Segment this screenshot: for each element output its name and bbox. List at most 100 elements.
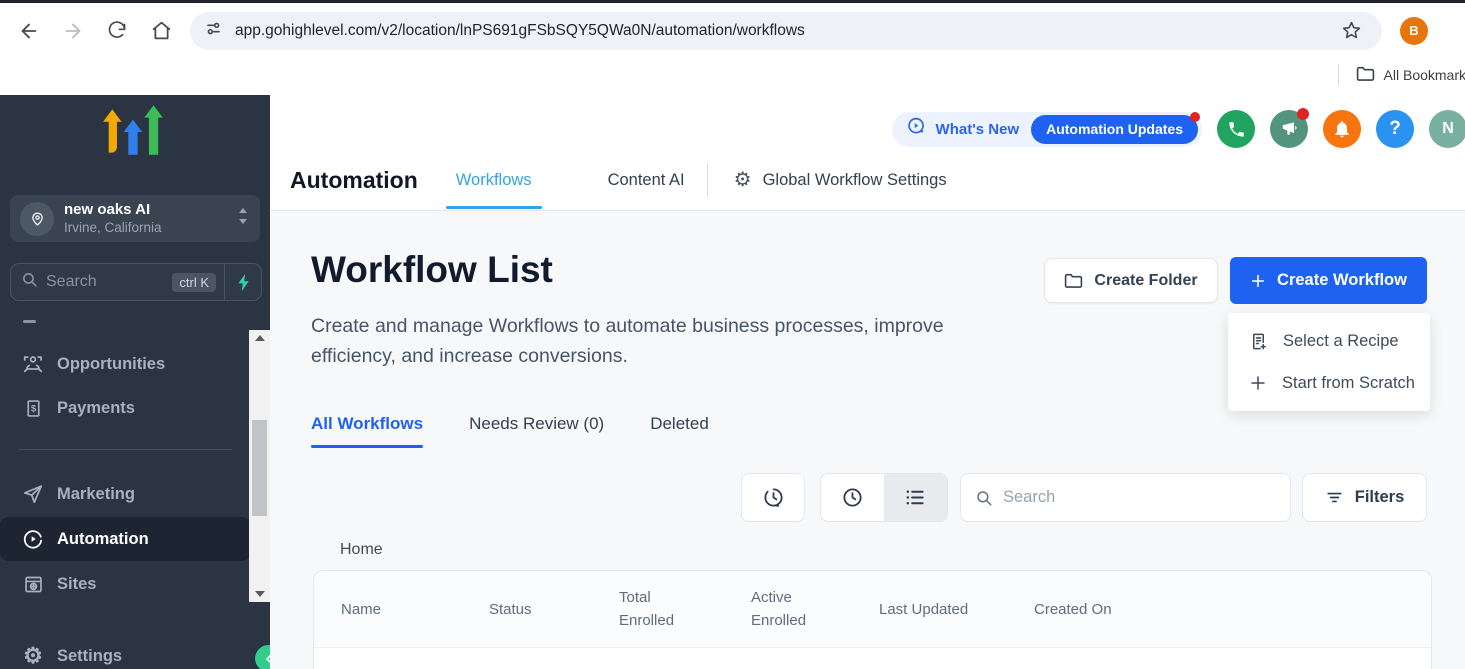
time-view-button[interactable]: [821, 474, 884, 521]
create-workflow-label: Create Workflow: [1277, 271, 1407, 290]
column-name: Name: [314, 601, 489, 618]
sidebar-item-sites[interactable]: Sites: [0, 562, 250, 606]
scroll-up-icon[interactable]: [249, 330, 270, 346]
opportunities-icon: [21, 353, 45, 375]
notification-dot: [1297, 108, 1309, 120]
bookmarks-bar: All Bookmarks: [0, 58, 1465, 95]
address-bar[interactable]: app.gohighlevel.com/v2/location/lnPS691g…: [190, 12, 1382, 50]
workflow-table: Name Status Total Enrolled Active Enroll…: [313, 570, 1432, 669]
browser-profile-avatar[interactable]: B: [1400, 17, 1428, 45]
partial-menu-item: [23, 320, 36, 323]
tab-needs-review[interactable]: Needs Review (0): [469, 414, 604, 448]
star-icon[interactable]: [1334, 14, 1368, 48]
breadcrumb[interactable]: Home: [340, 541, 383, 559]
folder-icon: [1356, 65, 1375, 85]
svg-text:$: $: [30, 403, 36, 414]
history-button[interactable]: [741, 473, 805, 522]
automation-icon: [21, 528, 45, 550]
divider: [707, 164, 708, 196]
phone-icon: [1227, 120, 1246, 139]
sidebar-item-marketing[interactable]: Marketing: [0, 472, 250, 516]
sidebar-item-label: Payments: [57, 399, 135, 418]
sidebar: new oaks AI Irvine, California ctrl K Op…: [0, 95, 270, 669]
column-created-on: Created On: [1034, 601, 1112, 618]
chevron-updown-icon: [236, 206, 250, 231]
tab-content-ai[interactable]: Content AI: [606, 157, 687, 204]
browser-toolbar: app.gohighlevel.com/v2/location/lnPS691g…: [0, 3, 1465, 58]
phone-button[interactable]: [1217, 110, 1255, 148]
filters-label: Filters: [1355, 488, 1405, 507]
help-button[interactable]: ?: [1376, 110, 1414, 148]
url-text: app.gohighlevel.com/v2/location/lnPS691g…: [235, 22, 1330, 40]
menu-item-label: Start from Scratch: [1282, 374, 1415, 393]
all-bookmarks-button[interactable]: All Bookmarks: [1338, 64, 1465, 86]
search-icon: [975, 489, 993, 507]
sidebar-item-settings[interactable]: ⚙ Settings: [0, 634, 250, 669]
forward-icon[interactable]: [56, 14, 90, 48]
search-shortcut-badge: ctrl K: [172, 273, 216, 292]
sidebar-item-label: Automation: [57, 530, 149, 549]
location-switcher[interactable]: new oaks AI Irvine, California: [10, 195, 260, 242]
table-row: [314, 648, 1431, 669]
bolt-icon: [236, 273, 251, 292]
list-icon: [904, 486, 927, 509]
column-last-updated: Last Updated: [879, 601, 1034, 618]
plus-icon: [1250, 273, 1266, 289]
menu-item-start-from-scratch[interactable]: Start from Scratch: [1228, 362, 1430, 404]
page-title: Automation: [290, 167, 418, 194]
create-folder-button[interactable]: Create Folder: [1044, 258, 1218, 303]
back-icon[interactable]: [12, 14, 46, 48]
automation-updates-badge[interactable]: Automation Updates: [1031, 115, 1198, 144]
marketing-icon: [21, 483, 45, 505]
sidebar-item-label: Sites: [57, 575, 96, 594]
folder-icon: [1064, 272, 1083, 289]
tab-all-workflows[interactable]: All Workflows: [311, 414, 423, 448]
filters-button[interactable]: Filters: [1302, 473, 1427, 522]
sidebar-divider: [18, 449, 232, 450]
workflow-search-input[interactable]: [1003, 488, 1276, 507]
announcements-button[interactable]: [1270, 110, 1308, 148]
workflow-list-description: Create and manage Workflows to automate …: [311, 311, 1016, 371]
sidebar-scrollbar[interactable]: [249, 330, 270, 602]
location-name: new oaks AI: [64, 201, 236, 219]
scrollbar-thumb[interactable]: [252, 420, 267, 516]
sidebar-item-automation[interactable]: Automation: [0, 517, 250, 561]
bell-icon: [1332, 119, 1352, 139]
megaphone-icon: [1279, 119, 1299, 139]
clock-icon: [841, 486, 864, 509]
create-workflow-button[interactable]: Create Workflow: [1230, 257, 1427, 304]
create-workflow-menu: Select a Recipe Start from Scratch: [1228, 313, 1430, 411]
global-workflow-settings-link[interactable]: ⚙ Global Workflow Settings: [734, 170, 947, 190]
home-icon[interactable]: [144, 14, 178, 48]
location-pin-icon: [20, 202, 54, 236]
sidebar-item-label: Marketing: [57, 485, 135, 504]
app-header: What's New Automation Updates ? N Automa…: [270, 95, 1465, 211]
divider: [1338, 64, 1339, 86]
list-view-button[interactable]: [884, 474, 947, 521]
site-info-icon[interactable]: [204, 19, 223, 43]
whats-new-pill[interactable]: What's New Automation Updates: [892, 112, 1202, 147]
tab-workflows[interactable]: Workflows: [454, 157, 534, 204]
view-toggle: [820, 473, 948, 522]
sidebar-item-payments[interactable]: $ Payments: [0, 386, 250, 430]
workflow-list-page: Workflow List Create and manage Workflow…: [270, 211, 1465, 669]
payments-icon: $: [21, 398, 45, 419]
table-header: Name Status Total Enrolled Active Enroll…: [314, 571, 1431, 648]
all-bookmarks-label: All Bookmarks: [1384, 67, 1465, 83]
sites-icon: [21, 574, 45, 595]
global-settings-label: Global Workflow Settings: [763, 171, 947, 190]
sidebar-item-opportunities[interactable]: Opportunities: [0, 342, 250, 386]
user-avatar[interactable]: N: [1429, 110, 1465, 148]
column-status: Status: [489, 601, 619, 618]
sidebar-search-input[interactable]: [38, 273, 172, 291]
scroll-down-icon[interactable]: [249, 586, 270, 602]
menu-item-select-recipe[interactable]: Select a Recipe: [1228, 320, 1430, 362]
quick-actions-button[interactable]: [224, 264, 261, 300]
gohighlevel-logo-icon: [0, 103, 270, 167]
tab-deleted[interactable]: Deleted: [650, 414, 709, 448]
notifications-button[interactable]: [1323, 110, 1361, 148]
sidebar-item-label: Settings: [57, 647, 122, 666]
gear-icon: ⚙: [734, 170, 752, 190]
settings-gear-icon: ⚙: [21, 645, 45, 667]
reload-icon[interactable]: [100, 14, 134, 48]
